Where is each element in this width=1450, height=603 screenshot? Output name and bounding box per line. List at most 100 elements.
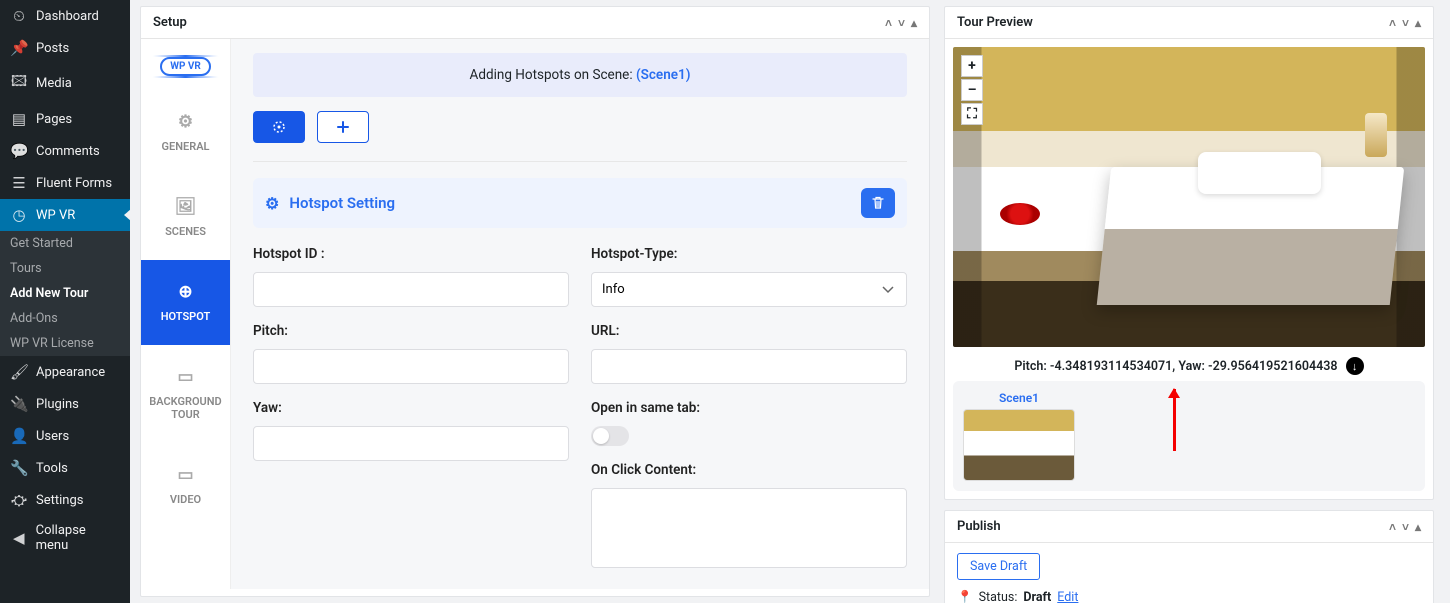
wp-menu-pages[interactable]: ▤ Pages xyxy=(0,103,130,135)
menu-icon: 👤 xyxy=(10,427,28,445)
gear-icon: ⚙ xyxy=(265,194,279,213)
wp-menu-appearance[interactable]: 🖌 Appearance xyxy=(0,356,130,388)
menu-label: Appearance xyxy=(36,365,105,380)
zoom-in-button[interactable]: + xyxy=(961,55,983,77)
scene-thumb-label: Scene1 xyxy=(963,391,1075,405)
wp-menu-plugins[interactable]: 🔌Plugins xyxy=(0,388,130,420)
trash-icon xyxy=(870,195,886,211)
vtab-scenes[interactable]: 🖼SCENES xyxy=(141,175,230,260)
menu-label: Posts xyxy=(36,41,69,56)
menu-label: Users xyxy=(36,429,69,444)
wp-menu-posts[interactable]: 📌 Posts xyxy=(0,32,130,64)
wp-submenu-add-new-tour[interactable]: Add New Tour xyxy=(0,281,130,306)
menu-icon: 🔌 xyxy=(10,395,28,413)
wp-menu-settings[interactable]: ⛮Settings xyxy=(0,484,130,516)
panel-up-icon[interactable]: ˄ xyxy=(885,16,892,30)
setup-panel: Setup ˄ ˅ ▴ WP VR⚙GENERAL🖼SCENES⊕HOTSPOT… xyxy=(140,6,930,597)
wp-menu-tools[interactable]: 🔧Tools xyxy=(0,452,130,484)
custom-icon-label: Hotspot Custom Icon: xyxy=(253,588,569,589)
wp-submenu-get-started[interactable]: Get Started xyxy=(0,231,130,256)
yaw-input[interactable] xyxy=(253,426,569,461)
url-label: URL: xyxy=(591,323,907,339)
vtab-hotspot[interactable]: ⊕HOTSPOT xyxy=(141,260,230,345)
panel-up-icon[interactable]: ˄ xyxy=(1389,520,1396,534)
delete-hotspot-button[interactable] xyxy=(861,188,895,218)
on-click-textarea[interactable] xyxy=(591,488,907,568)
add-hotspot-chip[interactable] xyxy=(317,111,369,143)
setup-vertical-tabs: WP VR⚙GENERAL🖼SCENES⊕HOTSPOT▭BACKGROUND … xyxy=(141,39,231,589)
zoom-out-button[interactable]: – xyxy=(961,79,983,101)
menu-label: Collapse menu xyxy=(36,523,120,553)
wp-menu-wp-vr[interactable]: ◷ WP VR xyxy=(0,199,130,231)
menu-label: Settings xyxy=(36,493,83,508)
panel-toggle-icon[interactable]: ▴ xyxy=(1415,16,1421,30)
menu-icon: ◷ xyxy=(10,206,28,224)
pitch-yaw-readout: Pitch: -4.348193114534071, Yaw: -29.9564… xyxy=(1014,359,1337,374)
menu-label: Media xyxy=(36,76,72,91)
banner-scene-link[interactable]: (Scene1) xyxy=(636,67,691,83)
setup-title: Setup xyxy=(153,15,187,30)
wp-submenu-tours[interactable]: Tours xyxy=(0,256,130,281)
vtab-general[interactable]: ⚙GENERAL xyxy=(141,90,230,175)
menu-label: Fluent Forms xyxy=(36,176,112,191)
menu-label: WP VR xyxy=(36,208,75,223)
url-input[interactable] xyxy=(591,349,907,384)
panel-up-icon[interactable]: ˄ xyxy=(1389,16,1396,30)
hotspot-form: Adding Hotspots on Scene: (Scene1) ⚙ xyxy=(231,39,929,589)
vtab-icon: ▭ xyxy=(145,465,226,485)
panel-down-icon[interactable]: ˅ xyxy=(1402,16,1409,30)
wp-menu-collapse-menu[interactable]: ◀ Collapse menu xyxy=(0,516,130,560)
wp-admin-sidebar: ⏲ Dashboard 📌 Posts 🖾 Media ▤ Pages 💬Comments☰Fl… xyxy=(0,0,130,603)
menu-icon: ▤ xyxy=(10,110,28,128)
menu-icon: 🖾 xyxy=(10,71,28,96)
menu-icon: ◀ xyxy=(10,529,28,547)
wp-menu-fluent-forms[interactable]: ☰Fluent Forms xyxy=(0,167,130,199)
same-tab-label: Open in same tab: xyxy=(591,400,907,416)
vtab-icon: ⊕ xyxy=(145,282,226,302)
menu-icon: 📌 xyxy=(10,39,28,57)
vtab-icon: 🖼 xyxy=(145,197,226,217)
edit-status-link[interactable]: Edit xyxy=(1057,590,1078,603)
publish-title: Publish xyxy=(957,519,1001,534)
wp-submenu-add-ons[interactable]: Add-Ons xyxy=(0,306,130,331)
target-icon xyxy=(271,119,287,135)
scene-banner: Adding Hotspots on Scene: (Scene1) xyxy=(253,53,907,97)
menu-label: Dashboard xyxy=(36,9,99,24)
divider xyxy=(253,161,907,162)
wp-menu-comments[interactable]: 💬Comments xyxy=(0,135,130,167)
pin-icon: 📍 xyxy=(957,590,973,603)
apply-coords-button[interactable]: ↓ xyxy=(1346,357,1364,375)
same-tab-toggle[interactable] xyxy=(591,426,629,446)
panel-down-icon[interactable]: ˅ xyxy=(1402,520,1409,534)
section-title: Hotspot Setting xyxy=(289,194,395,212)
panel-down-icon[interactable]: ˅ xyxy=(898,16,905,30)
wp-menu-dashboard[interactable]: ⏲ Dashboard xyxy=(0,0,130,32)
scene-thumbnails: Scene1 xyxy=(953,381,1425,491)
hotspot-chip-active[interactable] xyxy=(253,111,305,143)
menu-label: Pages xyxy=(36,112,72,127)
preview-title: Tour Preview xyxy=(957,15,1033,30)
wp-menu-users[interactable]: 👤 Users xyxy=(0,420,130,452)
hotspot-id-input[interactable] xyxy=(253,272,569,307)
panorama-viewport[interactable]: + – ⛶ xyxy=(953,47,1425,347)
save-draft-button[interactable]: Save Draft xyxy=(957,553,1040,580)
panel-toggle-icon[interactable]: ▴ xyxy=(1415,520,1421,534)
pitch-input[interactable] xyxy=(253,349,569,384)
scene-thumb-image xyxy=(963,409,1075,481)
plus-icon xyxy=(336,120,350,134)
publish-panel: Publish ˄ ˅ ▴ Save Draft 📍 Status: Draft… xyxy=(944,510,1434,603)
yaw-label: Yaw: xyxy=(253,400,569,416)
menu-icon: ⏲ xyxy=(10,7,28,25)
panel-toggle-icon[interactable]: ▴ xyxy=(911,16,917,30)
annotation-arrow xyxy=(1173,389,1176,451)
vtab-background-tour[interactable]: ▭BACKGROUND TOUR xyxy=(141,345,230,443)
hotspot-type-select[interactable]: Info xyxy=(591,272,907,307)
vtab-video[interactable]: ▭VIDEO xyxy=(141,443,230,528)
vtab-icon: ▭ xyxy=(145,367,226,387)
menu-icon: 🖌 xyxy=(10,363,28,381)
wp-submenu-wp-vr-license[interactable]: WP VR License xyxy=(0,331,130,356)
status-value: Draft xyxy=(1023,590,1051,603)
fullscreen-button[interactable]: ⛶ xyxy=(961,103,983,125)
wp-menu-media[interactable]: 🖾 Media xyxy=(0,64,130,103)
scene-thumb[interactable]: Scene1 xyxy=(963,391,1075,481)
